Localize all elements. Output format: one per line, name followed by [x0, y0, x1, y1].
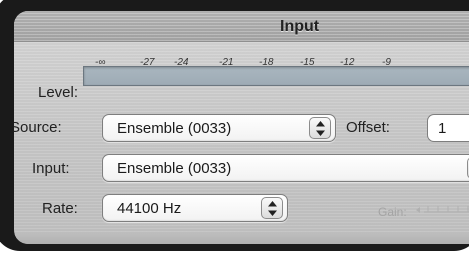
- input-popup[interactable]: Ensemble (0033): [102, 154, 469, 182]
- panel-header: Input: [14, 11, 469, 42]
- rate-stepper[interactable]: [261, 197, 283, 219]
- input-value: Ensemble (0033): [117, 160, 232, 177]
- rate-value: 44100 Hz: [117, 200, 182, 217]
- panel-bottom-strip: [14, 234, 469, 244]
- source-label: Source:: [14, 119, 62, 136]
- rate-popup[interactable]: 44100 Hz: [102, 194, 288, 222]
- level-meter: [83, 66, 469, 86]
- source-value: Ensemble (0033): [117, 120, 232, 137]
- rate-label: Rate:: [42, 200, 78, 217]
- offset-value: 1: [438, 120, 447, 137]
- source-popup[interactable]: Ensemble (0033): [102, 114, 336, 142]
- input-label: Input:: [32, 160, 70, 177]
- input-panel: Input Level: -∞ -27 -24 -21 -18 -15 -12 …: [14, 11, 469, 244]
- source-stepper[interactable]: [309, 117, 331, 139]
- panel-title: Input: [280, 18, 320, 35]
- offset-field[interactable]: 1: [427, 114, 469, 142]
- gain-left-arrow-icon: [416, 207, 420, 213]
- offset-label: Offset:: [346, 119, 390, 136]
- up-down-arrows-icon: [268, 201, 277, 216]
- level-label: Level:: [38, 84, 79, 101]
- up-down-arrows-icon: [316, 121, 325, 136]
- gain-label: Gain:: [378, 205, 407, 219]
- gain-slider[interactable]: [416, 201, 469, 219]
